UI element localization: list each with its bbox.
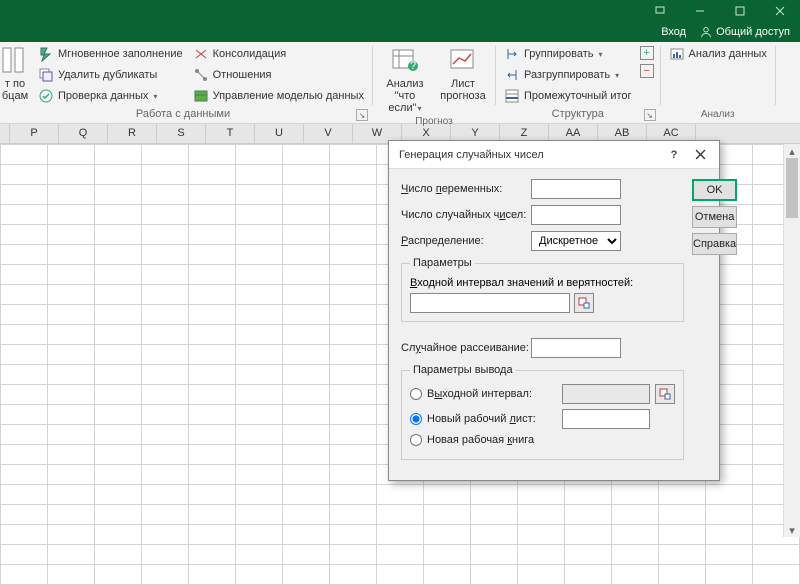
random-seed-input[interactable]	[531, 338, 621, 358]
relationships-icon	[193, 67, 209, 83]
new-worksheet-radio[interactable]	[410, 413, 422, 425]
dialog-titlebar[interactable]: Генерация случайных чисел ?	[389, 141, 719, 169]
chevron-down-icon: ▾	[615, 71, 619, 80]
input-range-label: Входной интервал значений и верятностей:	[410, 277, 675, 289]
ok-button[interactable]: OK	[692, 179, 737, 201]
dialog-launcher-icon[interactable]: ↘	[356, 109, 368, 121]
column-header[interactable]: U	[255, 124, 304, 143]
output-range-input[interactable]	[562, 384, 650, 404]
remove-duplicates-button[interactable]: Удалить дубликаты	[36, 65, 185, 85]
consolidate-icon	[193, 46, 209, 62]
distribution-select[interactable]: Дискретное	[531, 231, 621, 251]
ribbon-display-icon[interactable]	[640, 0, 680, 22]
person-icon	[700, 26, 712, 38]
hide-detail-icon[interactable]: −	[640, 64, 654, 78]
column-header[interactable]: Q	[59, 124, 108, 143]
parameters-fieldset: Параметры Входной интервал значений и ве…	[401, 257, 684, 322]
login-link[interactable]: Вход	[661, 26, 686, 38]
share-button[interactable]: Общий доступ	[700, 26, 790, 38]
maximize-button[interactable]	[720, 0, 760, 22]
whatif-icon: ?	[389, 44, 421, 76]
data-model-icon	[193, 88, 209, 104]
column-header[interactable]: S	[157, 124, 206, 143]
columns-icon	[0, 44, 30, 76]
consolidate-button[interactable]: Консолидация	[191, 44, 366, 64]
num-rand-input[interactable]	[531, 205, 621, 225]
group-label: Работа с данными↘	[0, 106, 366, 123]
column-header[interactable]: V	[304, 124, 353, 143]
new-workbook-label: Новая рабочая книга	[427, 434, 557, 446]
new-worksheet-label: Новый рабочий лист:	[427, 413, 557, 425]
new-workbook-radio[interactable]	[410, 434, 422, 446]
flash-fill-icon	[38, 46, 54, 62]
group-button[interactable]: Группировать▾	[502, 44, 634, 64]
column-header[interactable]	[0, 124, 10, 143]
subtotal-button[interactable]: Промежуточный итог	[502, 86, 634, 106]
column-header[interactable]: P	[10, 124, 59, 143]
remove-duplicates-icon	[38, 67, 54, 83]
ungroup-button[interactable]: Разгруппировать▾	[502, 65, 634, 85]
num-vars-input[interactable]	[531, 179, 621, 199]
random-number-dialog: Генерация случайных чисел ? Число переме…	[388, 140, 720, 481]
show-detail-icon[interactable]: +	[640, 46, 654, 60]
column-header[interactable]: T	[206, 124, 255, 143]
group-icon	[504, 46, 520, 62]
num-vars-label: Число переменных:	[401, 183, 531, 195]
chevron-down-icon: ▾	[418, 104, 422, 113]
chevron-down-icon: ▾	[598, 50, 602, 59]
data-validation-icon	[38, 88, 54, 104]
forecast-icon	[447, 44, 479, 76]
output-fieldset: Параметры вывода Выходной интервал: Новы…	[401, 364, 684, 460]
column-header[interactable]: R	[108, 124, 157, 143]
scrollbar-thumb[interactable]	[786, 158, 798, 218]
output-range-radio[interactable]	[410, 388, 422, 400]
dialog-launcher-icon[interactable]: ↘	[644, 109, 656, 121]
scroll-up-icon[interactable]: ▴	[784, 144, 800, 158]
svg-text:?: ?	[410, 60, 416, 72]
subtotal-icon	[504, 88, 520, 104]
chevron-down-icon: ▾	[153, 92, 157, 101]
close-button[interactable]	[760, 0, 800, 22]
data-analysis-button[interactable]: Анализ данных	[667, 44, 769, 64]
range-selector-button[interactable]	[655, 384, 675, 404]
relationships-button[interactable]: Отношения	[191, 65, 366, 85]
data-analysis-icon	[669, 46, 685, 62]
dialog-title: Генерация случайных чисел	[399, 149, 661, 161]
group-label: Анализ	[667, 107, 769, 123]
range-selector-button[interactable]	[574, 293, 594, 313]
forecast-sheet-button[interactable]: Лист прогноза	[437, 44, 489, 114]
random-seed-label: Случайное рассеивание:	[401, 342, 531, 354]
data-validation-button[interactable]: Проверка данных▾	[36, 86, 185, 106]
header-strip: Вход Общий доступ	[0, 22, 800, 42]
scroll-down-icon[interactable]: ▾	[784, 523, 800, 537]
ribbon: т по бцам Мгновенное заполнение Удалить …	[0, 42, 800, 124]
manage-data-model-button[interactable]: Управление моделью данных	[191, 86, 366, 106]
window-titlebar	[0, 0, 800, 22]
distribution-label: Распределение:	[401, 235, 531, 247]
help-button[interactable]: Справка	[692, 233, 737, 255]
text-to-columns-button[interactable]: т по бцам	[0, 44, 30, 106]
flash-fill-button[interactable]: Мгновенное заполнение	[36, 44, 185, 64]
new-worksheet-input[interactable]	[562, 409, 650, 429]
input-range-input[interactable]	[410, 293, 570, 313]
close-button[interactable]	[687, 144, 713, 166]
ungroup-icon	[504, 67, 520, 83]
group-label: Структура↘	[502, 106, 654, 123]
output-range-label: Выходной интервал:	[427, 388, 557, 400]
whatif-button[interactable]: ? Анализ "что если"▾	[379, 44, 431, 114]
cancel-button[interactable]: Отмена	[692, 206, 737, 228]
group-label: Прогноз	[379, 114, 489, 130]
minimize-button[interactable]	[680, 0, 720, 22]
help-button[interactable]: ?	[661, 144, 687, 166]
vertical-scrollbar[interactable]: ▴ ▾	[783, 144, 800, 537]
num-rand-label: Число случайных чисел:	[401, 209, 531, 221]
